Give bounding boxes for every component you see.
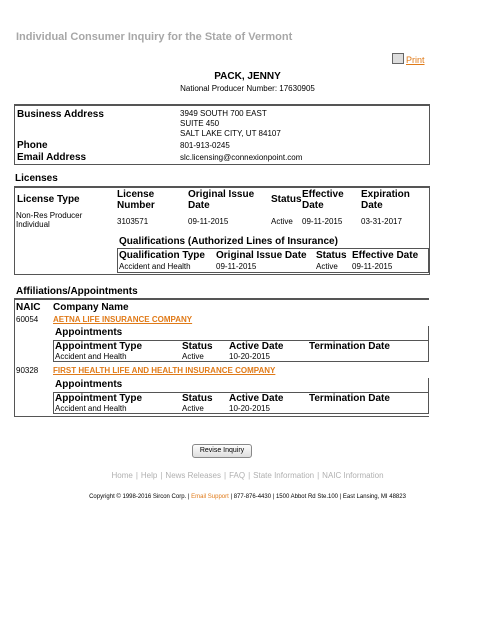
company-1-naic: 60054 [16,315,39,324]
footer-separator: | [248,471,251,480]
address-line-3: SALT LAKE CITY, UT 84107 [180,129,281,138]
company-1-link[interactable]: AETNA LIFE INSURANCE COMPANY [53,315,192,324]
national-producer-number: National Producer Number: 17630905 [180,84,315,93]
qual-status-value: Active [316,262,338,271]
expiration-date-value: 03-31-2017 [361,217,402,226]
license-type-header: License Type [17,194,80,205]
license-type-value: Non-Res Producer Individual [16,211,83,229]
appointment-type-value: Accident and Health [55,352,127,361]
footer-separator: | [317,471,320,480]
printer-icon[interactable] [392,53,404,64]
status-value: Active [271,217,293,226]
footer-link-news[interactable]: News Releases [165,471,221,480]
appointment-status-value: Active [182,352,204,361]
qualification-type-header: Qualification Type [119,250,205,261]
copyright-text: Copyright © 1998-2016 Sircon Corp. | [89,494,192,500]
issue-date-value: 09-11-2015 [188,217,229,226]
licenses-title: Licenses [15,173,58,184]
original-issue-date-header: Original Issue Date [188,189,255,211]
footer-nav: Home | Help | News Releases | FAQ | State Inform… [0,471,495,480]
footer-link-naic-info[interactable]: NAIC Information [322,471,383,480]
appointment-type-header: Appointment Type [55,341,143,352]
footer-separator: | [135,471,138,480]
appointments-label: Appointments [55,379,123,390]
email-value: slc.licensing@connexionpoint.com [180,153,303,162]
qual-status-header: Status [316,250,347,261]
revise-inquiry-button[interactable]: Revise Inquiry [192,444,252,458]
address-line-1: 3949 SOUTH 700 EAST [180,109,267,118]
footer-link-home[interactable]: Home [111,471,132,480]
footer-separator: | [160,471,163,480]
effective-date-value: 09-11-2015 [302,217,343,226]
appointment-type-header: Appointment Type [55,393,143,404]
active-date-header: Active Date [229,393,284,404]
affiliations-title: Affiliations/Appointments [16,286,138,297]
status-header: Status [271,194,302,205]
address-section: Business Address 3949 SOUTH 700 EAST SUI… [14,104,430,165]
effective-date-header: Effective Date [302,189,344,211]
affiliations-table: NAIC Company Name 60054 AETNA LIFE INSUR… [14,298,429,417]
appointments-table: Appointment Type Status Active Date Term… [53,340,429,362]
page-title: Individual Consumer Inquiry for the Stat… [16,31,293,43]
email-support-link[interactable]: Email Support [191,494,229,500]
active-date-value: 10-20-2015 [229,404,270,413]
qualification-type-value: Accident and Health [119,262,191,271]
footer-link-help[interactable]: Help [141,471,157,480]
appointment-status-value: Active [182,404,204,413]
footer-separator: | [224,471,227,480]
email-label: Email Address [17,152,87,163]
active-date-value: 10-20-2015 [229,352,270,361]
company-2-naic: 90328 [16,366,39,375]
license-number-header: License Number [117,189,155,211]
company-1-appointments: Appointments Appointment Type Status Act… [53,326,429,362]
termination-date-header: Termination Date [309,393,390,404]
business-address-label: Business Address [17,109,104,120]
phone-label: Phone [17,140,48,151]
footer-link-faq[interactable]: FAQ [229,471,245,480]
print-label[interactable]: Print [406,55,425,65]
qualifications-title: Qualifications (Authorized Lines of Insu… [119,236,338,247]
appointments-label: Appointments [55,327,123,338]
print-link[interactable]: Print [392,53,425,65]
qual-effective-date-value: 09-11-2015 [352,262,393,271]
license-number-value: 3103571 [117,217,149,226]
company-2-appointments: Appointments Appointment Type Status Act… [53,378,429,414]
active-date-header: Active Date [229,341,284,352]
qual-issue-date-header: Original Issue Date [216,250,307,261]
address-line-2: SUITE 450 [180,119,220,128]
licenses-table: License Type License Number Original Iss… [14,186,430,275]
appointment-status-header: Status [182,341,213,352]
copyright: Copyright © 1998-2016 Sircon Corp. | Ema… [0,494,495,500]
appointment-type-value: Accident and Health [55,404,127,413]
qual-issue-date-value: 09-11-2015 [216,262,257,271]
qual-effective-date-header: Effective Date [352,250,419,261]
phone-value: 801-913-0245 [180,141,230,150]
naic-header: NAIC [16,302,41,313]
appointments-table: Appointment Type Status Active Date Term… [53,392,429,414]
termination-date-header: Termination Date [309,341,390,352]
company-2-link[interactable]: FIRST HEALTH LIFE AND HEALTH INSURANCE C… [53,366,275,375]
copyright-contact: | 877-876-4430 | 1500 Abbot Rd Ste.100 |… [228,494,406,500]
qualifications-table: Qualification Type Original Issue Date S… [117,248,429,273]
expiration-date-header: Expiration Date [361,189,410,211]
appointment-status-header: Status [182,393,213,404]
producer-name: PACK, JENNY [214,71,281,82]
company-name-header: Company Name [53,302,129,313]
footer-link-state-info[interactable]: State Information [253,471,314,480]
